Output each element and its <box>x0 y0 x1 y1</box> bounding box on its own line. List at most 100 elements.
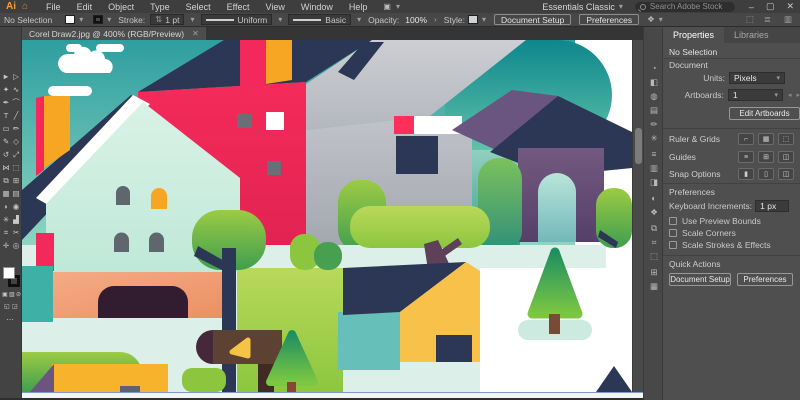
snap-to-grid-icon[interactable]: ▮ <box>738 168 754 180</box>
symbol-sprayer-tool[interactable]: ✳ <box>1 214 11 226</box>
bush-far-right[interactable] <box>596 188 632 248</box>
perspective-grid-tool[interactable]: ⊞ <box>11 175 21 187</box>
house-yellow[interactable] <box>338 262 480 370</box>
chevron-down-icon[interactable]: ▾ <box>357 15 361 24</box>
brush-select[interactable]: Basic <box>288 14 351 25</box>
type-tool[interactable]: T <box>1 110 11 122</box>
canvas[interactable] <box>22 40 632 392</box>
close-button[interactable]: ✕ <box>780 1 800 12</box>
rotate-tool[interactable]: ↺ <box>1 149 11 161</box>
shape-builder-tool[interactable]: ⧉ <box>1 175 11 187</box>
chevron-down-icon[interactable]: ▾ <box>619 2 623 11</box>
rectangle-tool[interactable]: ▭ <box>1 123 11 135</box>
align-panel-icon[interactable]: ⊞ <box>644 265 664 279</box>
width-profile-select[interactable]: Uniform <box>201 14 273 25</box>
units-select[interactable]: Pixels ▾ <box>729 72 785 84</box>
snap-to-pixel-icon[interactable]: ▯ <box>758 168 774 180</box>
symbols-panel-icon[interactable]: ✳ <box>644 131 664 145</box>
panel-menu-icon[interactable]: ▥ <box>776 14 800 25</box>
workspace-switcher[interactable]: Essentials Classic <box>542 2 615 12</box>
dock-icon[interactable]: ≣ <box>759 14 776 25</box>
home-icon[interactable]: ⌂ <box>22 1 28 12</box>
vertical-scrollbar-thumb[interactable] <box>635 128 642 164</box>
smart-guides-icon[interactable]: ◫ <box>778 151 794 163</box>
blend-tool[interactable]: ◉ <box>11 201 21 213</box>
swatches-panel-icon[interactable]: ▤ <box>644 103 664 117</box>
arrange-documents-icon[interactable]: ▣ <box>383 2 392 11</box>
fill-color-swatch[interactable] <box>65 15 75 24</box>
close-tab-icon[interactable]: ✕ <box>192 29 199 38</box>
chevron-down-icon[interactable]: ▾ <box>107 15 111 24</box>
column-graph-tool[interactable]: ▟ <box>11 214 21 226</box>
menu-type[interactable]: Type <box>142 2 178 12</box>
menu-edit[interactable]: Edit <box>69 2 101 12</box>
menu-view[interactable]: View <box>257 2 292 12</box>
chevron-down-icon[interactable]: ▾ <box>79 15 83 24</box>
brushes-panel-icon[interactable]: ✏ <box>644 117 664 131</box>
chevron-down-icon[interactable]: ▾ <box>396 2 400 11</box>
hand-tool[interactable]: ✛ <box>1 240 11 252</box>
salmon-wall[interactable] <box>53 272 227 318</box>
show-guides-icon[interactable]: ≡ <box>738 151 754 163</box>
selection-tool[interactable]: ► <box>1 71 11 83</box>
zoom-tool[interactable]: ◎ <box>11 240 21 252</box>
quick-preferences-button[interactable]: Preferences <box>737 273 793 286</box>
stroke-panel-icon[interactable]: ≡ <box>644 147 664 161</box>
gradient-mode-icon[interactable]: ▨ <box>9 291 15 298</box>
width-tool[interactable]: ⋈ <box>1 162 11 174</box>
menu-effect[interactable]: Effect <box>219 2 258 12</box>
document-tab[interactable]: Corel Draw2.jpg @ 400% (RGB/Preview) ✕ <box>22 27 206 40</box>
search-input[interactable]: Search Adobe Stock <box>635 2 735 12</box>
gradient-tool[interactable]: ▤ <box>11 188 21 200</box>
keyboard-increments-input[interactable]: 1 px <box>755 200 789 212</box>
menu-file[interactable]: File <box>38 2 69 12</box>
chevron-down-icon[interactable]: ▾ <box>278 15 282 24</box>
grid-icon[interactable]: ▦ <box>758 133 774 145</box>
slice-tool[interactable]: ✂ <box>11 227 21 239</box>
mesh-tool[interactable]: ▦ <box>1 188 11 200</box>
gradient-panel-icon[interactable]: ▥ <box>644 161 664 175</box>
paintbrush-tool[interactable]: ✏ <box>11 123 21 135</box>
vertical-scrollbar[interactable] <box>632 40 643 392</box>
document-setup-button[interactable]: Document Setup <box>494 14 571 25</box>
magic-wand-tool[interactable]: ✦ <box>1 84 11 96</box>
use-preview-bounds-checkbox[interactable] <box>669 217 677 225</box>
stepper-icon[interactable]: ⇅ <box>155 14 162 25</box>
pencil-tool[interactable]: ✎ <box>1 136 11 148</box>
asset-export-panel-icon[interactable]: ⬚ <box>644 249 664 263</box>
stroke-weight-input[interactable]: ⇅ 1 pt <box>150 14 184 25</box>
quick-document-setup-button[interactable]: Document Setup <box>669 273 731 286</box>
fullscreen-icon[interactable]: ⬚ <box>741 14 759 25</box>
pink-pillar[interactable] <box>36 233 54 271</box>
menu-select[interactable]: Select <box>178 2 219 12</box>
color-mode-icon[interactable]: ▣ <box>2 291 8 298</box>
menu-object[interactable]: Object <box>100 2 142 12</box>
pathfinder-panel-icon[interactable]: ▦ <box>644 279 664 293</box>
tab-libraries[interactable]: Libraries <box>724 27 779 43</box>
minimize-button[interactable]: – <box>743 2 760 12</box>
line-segment-tool[interactable]: ╱ <box>11 110 21 122</box>
scale-corners-checkbox[interactable] <box>669 229 677 237</box>
artboards-panel-icon[interactable]: ⌗ <box>644 235 664 249</box>
shaper-tool[interactable]: ◇ <box>11 136 21 148</box>
screen-mode-icon[interactable]: ◲ <box>12 303 18 310</box>
menu-window[interactable]: Window <box>293 2 341 12</box>
transparency-panel-icon[interactable]: ◨ <box>644 175 664 189</box>
teal-strip[interactable] <box>22 266 53 322</box>
none-mode-icon[interactable]: ⊘ <box>16 291 21 298</box>
style-swatch[interactable] <box>468 15 478 24</box>
direct-selection-tool[interactable]: ▷ <box>11 71 21 83</box>
snap-to-point-icon[interactable]: ◫ <box>778 168 794 180</box>
stroke-color-swatch[interactable] <box>93 15 103 24</box>
properties-toggle-icon[interactable]: ❖ <box>647 14 655 25</box>
next-artboard-icon[interactable]: ▸ <box>796 91 800 99</box>
fill-color-indicator[interactable] <box>3 267 15 279</box>
chevron-down-icon[interactable]: ▾ <box>190 15 194 24</box>
tab-properties[interactable]: Properties <box>663 27 724 43</box>
menu-help[interactable]: Help <box>341 2 376 12</box>
maximize-button[interactable]: ▢ <box>760 1 781 12</box>
color-panel-icon[interactable]: ◧ <box>644 75 664 89</box>
edit-artboards-button[interactable]: Edit Artboards <box>729 107 800 120</box>
artboard-tool[interactable]: ⌗ <box>1 227 11 239</box>
scale-strokes-effects-checkbox[interactable] <box>669 241 677 249</box>
